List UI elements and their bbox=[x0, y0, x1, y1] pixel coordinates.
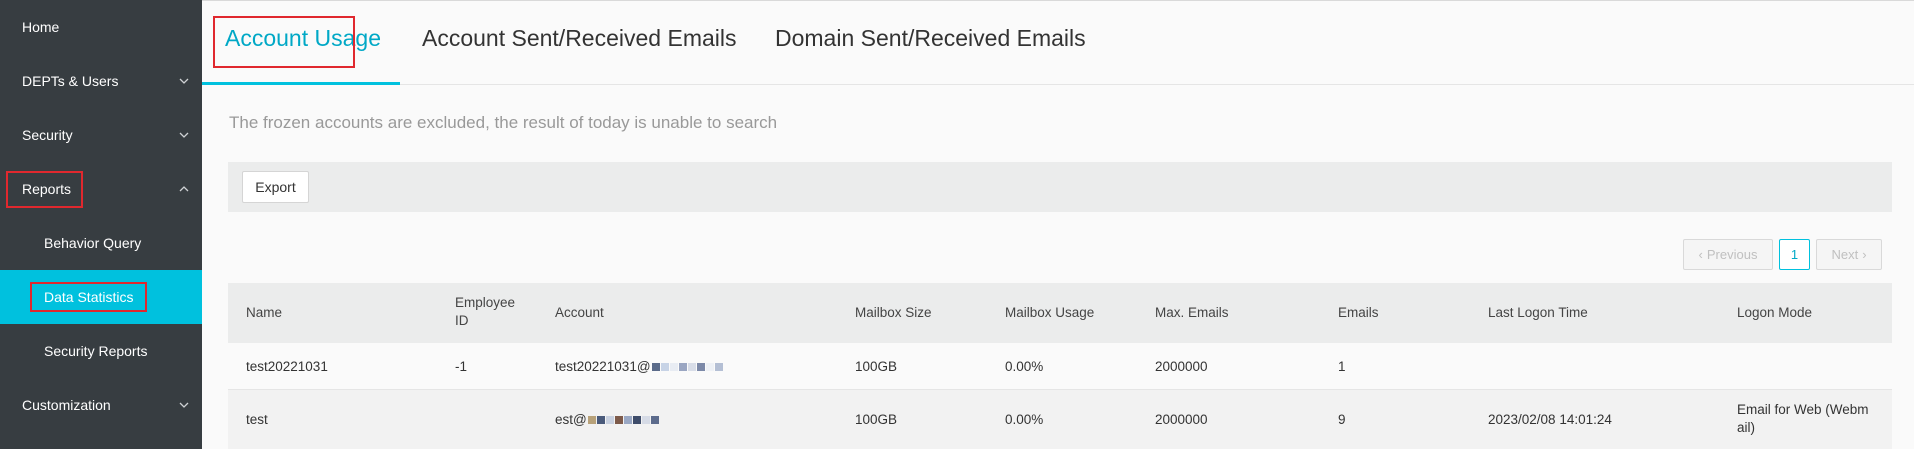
sidebar-item-label: Security Reports bbox=[44, 343, 148, 359]
redacted-domain bbox=[587, 412, 659, 427]
highlight-box bbox=[6, 171, 83, 208]
highlight-box bbox=[213, 16, 355, 68]
sidebar-item-security-reports[interactable]: Security Reports bbox=[0, 324, 202, 378]
tab-bar: Account Usage Account Sent/Received Emai… bbox=[202, 1, 1914, 85]
cell-name: test bbox=[246, 412, 268, 427]
tab-domain-sent-received-emails[interactable]: Domain Sent/Received Emails bbox=[775, 25, 1086, 52]
header-logon-mode: Logon Mode bbox=[1737, 305, 1813, 320]
chevron-down-icon bbox=[178, 129, 190, 141]
next-label: Next bbox=[1831, 247, 1859, 262]
sidebar-item-behavior-query[interactable]: Behavior Query bbox=[0, 216, 202, 270]
redacted-domain bbox=[651, 359, 723, 374]
sidebar-item-depts-users[interactable]: DEPTs & Users bbox=[0, 54, 202, 108]
cell-employee-id: -1 bbox=[455, 359, 468, 374]
account-text: test20221031@ bbox=[555, 359, 651, 374]
cell-logon-mode-line2: ail) bbox=[1737, 420, 1756, 435]
cell-account: est@ bbox=[555, 412, 659, 427]
export-button[interactable]: Export bbox=[242, 171, 309, 203]
cell-account: test20221031@ bbox=[555, 359, 723, 374]
highlight-box bbox=[30, 282, 147, 312]
main-content: Account Usage Account Sent/Received Emai… bbox=[202, 0, 1914, 449]
table-header: Name Employee ID Account Mailbox Size Ma… bbox=[228, 283, 1892, 343]
sidebar-item-label: Security bbox=[22, 127, 73, 143]
page-number-button[interactable]: 1 bbox=[1779, 239, 1810, 270]
toolbar: Export bbox=[228, 162, 1892, 212]
sidebar-item-customization[interactable]: Customization bbox=[0, 378, 202, 432]
previous-page-button[interactable]: ‹ Previous bbox=[1683, 239, 1773, 270]
chevron-down-icon bbox=[178, 75, 190, 87]
header-mailbox-usage: Mailbox Usage bbox=[1005, 305, 1095, 320]
sidebar-item-label: DEPTs & Users bbox=[22, 73, 119, 89]
header-last-logon-time: Last Logon Time bbox=[1488, 305, 1588, 320]
chevron-right-icon: › bbox=[1862, 247, 1867, 262]
cell-mailbox-usage: 0.00% bbox=[1005, 412, 1044, 427]
sidebar-item-home[interactable]: Home bbox=[0, 0, 202, 54]
table-row[interactable]: test est@ 100GB 0.00% 2000000 9 2023/02/… bbox=[228, 390, 1892, 449]
header-max-emails: Max. Emails bbox=[1155, 305, 1229, 320]
tab-account-sent-received-emails[interactable]: Account Sent/Received Emails bbox=[422, 25, 737, 52]
sidebar-item-label: Behavior Query bbox=[44, 235, 142, 251]
info-note: The frozen accounts are excluded, the re… bbox=[229, 113, 778, 132]
table-row[interactable]: test20221031 -1 test20221031@ 100GB 0.00… bbox=[228, 343, 1892, 390]
previous-label: Previous bbox=[1706, 247, 1758, 262]
account-text: est@ bbox=[555, 412, 587, 427]
cell-mailbox-usage: 0.00% bbox=[1005, 359, 1044, 374]
cell-logon-mode: Email for Web (Webm bbox=[1737, 402, 1869, 417]
cell-mailbox-size: 100GB bbox=[855, 412, 898, 427]
header-name: Name bbox=[246, 305, 283, 320]
sidebar-item-security[interactable]: Security bbox=[0, 108, 202, 162]
cell-last-logon-time: 2023/02/08 14:01:24 bbox=[1488, 412, 1612, 427]
cell-max-emails: 2000000 bbox=[1155, 412, 1208, 427]
header-account: Account bbox=[555, 305, 604, 320]
cell-emails: 9 bbox=[1338, 412, 1346, 427]
sidebar-item-label: Customization bbox=[22, 397, 111, 413]
chevron-left-icon: ‹ bbox=[1698, 247, 1703, 262]
cell-emails: 1 bbox=[1338, 359, 1346, 374]
header-mailbox-size: Mailbox Size bbox=[855, 305, 932, 320]
header-employee-id-line2: ID bbox=[455, 313, 469, 328]
chevron-up-icon bbox=[178, 183, 190, 195]
cell-name: test20221031 bbox=[246, 359, 328, 374]
active-tab-indicator bbox=[202, 82, 400, 85]
cell-mailbox-size: 100GB bbox=[855, 359, 898, 374]
sidebar-item-label: Home bbox=[22, 19, 60, 35]
sidebar: Home DEPTs & Users Security Reports Beha… bbox=[0, 0, 202, 449]
cell-max-emails: 2000000 bbox=[1155, 359, 1208, 374]
next-page-button[interactable]: Next › bbox=[1816, 239, 1882, 270]
header-employee-id: Employee bbox=[455, 295, 516, 310]
chevron-down-icon bbox=[178, 399, 190, 411]
header-emails: Emails bbox=[1338, 305, 1379, 320]
